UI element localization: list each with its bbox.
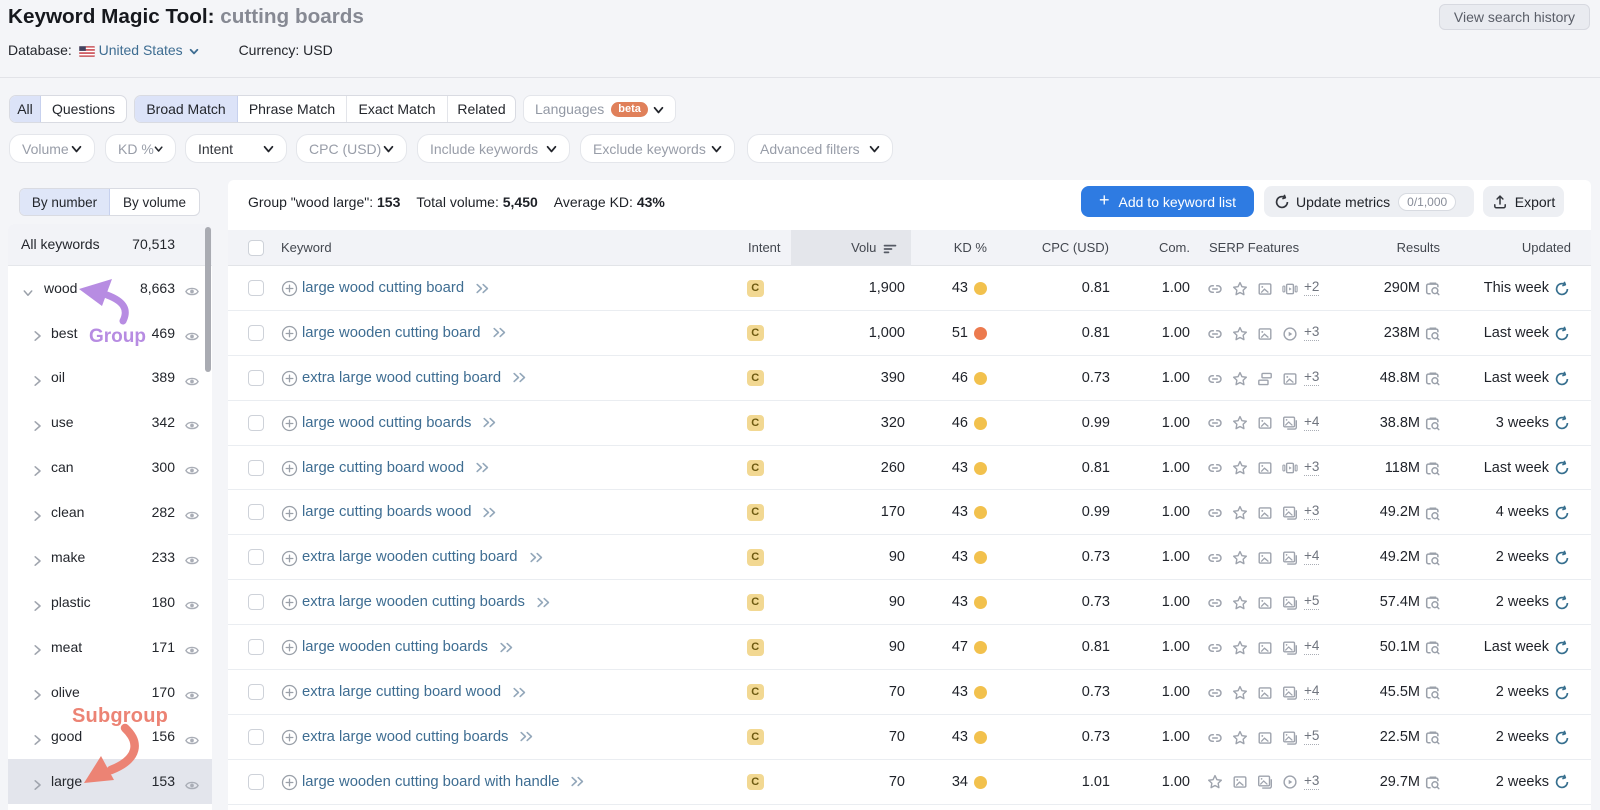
svg-text:Group: Group: [89, 326, 146, 347]
svg-text:Subgroup: Subgroup: [72, 705, 168, 727]
